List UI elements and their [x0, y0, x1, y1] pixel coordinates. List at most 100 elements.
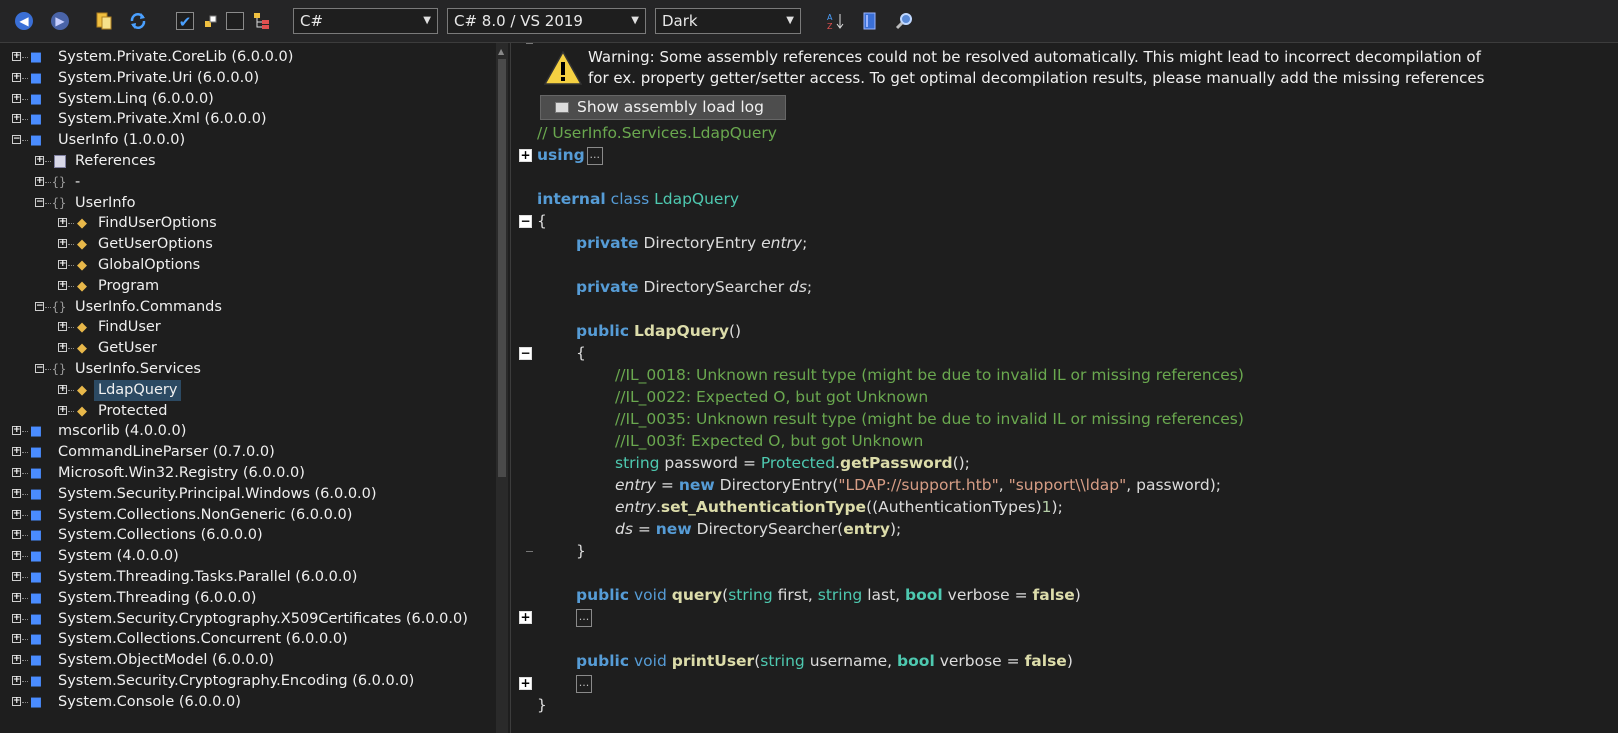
tree-item[interactable]: + ■ System.ObjectModel (6.0.0.0): [0, 650, 494, 671]
collapse-icon[interactable]: −: [35, 364, 44, 373]
tree-item[interactable]: + ■ Microsoft.Win32.Registry (6.0.0.0): [0, 463, 494, 484]
forward-button[interactable]: ▶: [48, 9, 72, 33]
manage-assemblies-button[interactable]: [858, 9, 882, 33]
chevron-down-icon: ▼: [631, 15, 639, 26]
tree-item[interactable]: + ◆ LdapQuery: [0, 379, 494, 401]
expand-icon[interactable]: +: [12, 613, 21, 623]
tree-item-label: System.Security.Cryptography.Encoding (6…: [58, 673, 415, 689]
tree-item[interactable]: + References: [0, 151, 494, 172]
tree-item[interactable]: + ◆ GetUser: [0, 338, 494, 359]
expand-icon[interactable]: +: [58, 239, 67, 249]
expand-icon[interactable]: +: [58, 260, 67, 269]
expand-icon[interactable]: +: [12, 676, 21, 685]
tree-item[interactable]: −{} UserInfo.Commands: [0, 297, 494, 318]
expand-icon[interactable]: +: [12, 551, 21, 561]
expand-icon[interactable]: +: [58, 218, 67, 228]
code-line: // UserInfo.Services.LdapQuery: [537, 122, 777, 144]
expand-icon[interactable]: +: [12, 93, 21, 103]
assembly-icon: ■: [29, 653, 43, 669]
expand-icon[interactable]: +: [12, 634, 21, 644]
expand-icon[interactable]: +: [12, 592, 21, 602]
theme-select[interactable]: Dark ▼: [655, 8, 801, 34]
tree-item[interactable]: + ■ System.Private.Xml (6.0.0.0): [0, 109, 494, 130]
tree-item[interactable]: + ◆ GetUserOptions: [0, 234, 494, 255]
tree-item[interactable]: + ■ System.Collections (6.0.0.0): [0, 525, 494, 546]
expand-icon[interactable]: +: [12, 447, 21, 457]
collapse-region-icon[interactable]: −: [519, 215, 532, 228]
expand-icon[interactable]: +: [12, 696, 21, 706]
svg-text:A: A: [827, 13, 833, 22]
tree-item-label: System.Collections (6.0.0.0): [58, 527, 263, 544]
show-load-log-button[interactable]: Show assembly load log: [540, 95, 786, 120]
tree-item[interactable]: + ◆ Protected: [0, 401, 494, 422]
public-api-toggle[interactable]: [198, 9, 222, 33]
search-button[interactable]: [892, 9, 916, 33]
class-icon: ◆: [77, 237, 87, 253]
expand-icon[interactable]: +: [58, 280, 67, 290]
expand-icon[interactable]: +: [12, 468, 21, 477]
collapsed-region-ellipsis[interactable]: ...: [586, 146, 603, 165]
tree-item[interactable]: + ■ System.Collections.NonGeneric (6.0.0.0…: [0, 505, 494, 526]
show-public-only-checkbox[interactable]: ✔: [173, 9, 197, 33]
tree-item[interactable]: + ■ mscorlib (4.0.0.0): [0, 421, 494, 442]
tree-connector: [22, 119, 28, 121]
tree-item[interactable]: −{} UserInfo.Services: [0, 359, 494, 380]
expand-icon[interactable]: +: [58, 405, 67, 415]
expand-icon[interactable]: +: [58, 322, 67, 332]
scroll-thumb[interactable]: [498, 59, 506, 477]
tree-item[interactable]: + ■ System.Private.Uri (6.0.0.0): [0, 68, 494, 89]
code-line: using...: [537, 144, 603, 166]
tree-item[interactable]: + ■ System.Threading.Tasks.Parallel (6.0.0…: [0, 567, 494, 588]
collapse-region-icon[interactable]: −: [519, 347, 532, 360]
collapse-icon[interactable]: −: [35, 301, 44, 311]
tree-item[interactable]: + ◆ FindUserOptions: [0, 213, 494, 234]
back-button[interactable]: ◀: [12, 9, 36, 33]
expand-icon[interactable]: +: [12, 488, 21, 498]
tree-item[interactable]: + ■ System.Console (6.0.0.0): [0, 692, 494, 713]
expand-icon[interactable]: +: [35, 176, 44, 186]
tree-item[interactable]: + ◆ FindUser: [0, 317, 494, 338]
tree-item[interactable]: + ■ System.Threading (6.0.0.0): [0, 588, 494, 609]
expand-icon[interactable]: +: [12, 530, 21, 540]
expand-region-icon[interactable]: +: [519, 611, 532, 624]
tree-item[interactable]: + ■ System.Security.Cryptography.Encoding …: [0, 671, 494, 692]
tree-scrollbar[interactable]: ▲: [496, 43, 508, 733]
collapse-icon[interactable]: −: [12, 135, 21, 145]
expand-region-icon[interactable]: +: [519, 677, 532, 690]
expand-icon[interactable]: +: [12, 572, 21, 581]
collapsed-region-ellipsis[interactable]: ...: [576, 674, 592, 693]
expand-icon[interactable]: +: [12, 114, 21, 124]
tree-item[interactable]: + ■ System.Linq (6.0.0.0): [0, 89, 494, 110]
expand-icon[interactable]: +: [58, 384, 67, 394]
expand-icon[interactable]: +: [35, 156, 44, 165]
expand-region-icon[interactable]: +: [519, 149, 532, 162]
tree-item[interactable]: + ◆ GlobalOptions: [0, 255, 494, 276]
expand-icon[interactable]: +: [58, 343, 67, 353]
tree-item[interactable]: + ■ System (4.0.0.0): [0, 546, 494, 567]
tree-item[interactable]: + ■ CommandLineParser (0.7.0.0): [0, 442, 494, 463]
language-select[interactable]: C# ▼: [293, 8, 438, 34]
tree-item[interactable]: + ■ System.Security.Principal.Windows (6.0…: [0, 484, 494, 505]
collapsed-region-ellipsis[interactable]: ...: [576, 608, 592, 627]
expand-icon[interactable]: +: [12, 426, 21, 436]
tree-item[interactable]: + ■ System.Security.Cryptography.X509Certi…: [0, 609, 494, 630]
tree-item[interactable]: −{} UserInfo: [0, 193, 494, 214]
empty-checkbox-icon: [226, 12, 244, 30]
expand-icon[interactable]: +: [12, 655, 21, 665]
collapse-icon[interactable]: −: [35, 197, 44, 207]
hierarchy-toggle[interactable]: [250, 9, 274, 33]
tree-item[interactable]: + ■ System.Private.CoreLib (6.0.0.0): [0, 47, 494, 68]
sort-button[interactable]: A Z: [824, 9, 848, 33]
expand-icon[interactable]: +: [12, 72, 21, 82]
tree-item[interactable]: + {} -: [0, 172, 494, 193]
tree-item[interactable]: + ■ System.Collections.Concurrent (6.0.0.0…: [0, 629, 494, 650]
scroll-up-icon[interactable]: ▲: [498, 47, 504, 56]
expand-icon[interactable]: +: [12, 509, 21, 519]
tree-item[interactable]: − ■ UserInfo (1.0.0.0): [0, 130, 494, 151]
reload-button[interactable]: [126, 9, 150, 33]
open-file-button[interactable]: [92, 9, 116, 33]
expand-icon[interactable]: +: [12, 52, 21, 61]
show-all-checkbox[interactable]: [223, 9, 247, 33]
tree-item[interactable]: + ◆ Program: [0, 276, 494, 297]
version-select[interactable]: C# 8.0 / VS 2019 ▼: [447, 8, 646, 34]
